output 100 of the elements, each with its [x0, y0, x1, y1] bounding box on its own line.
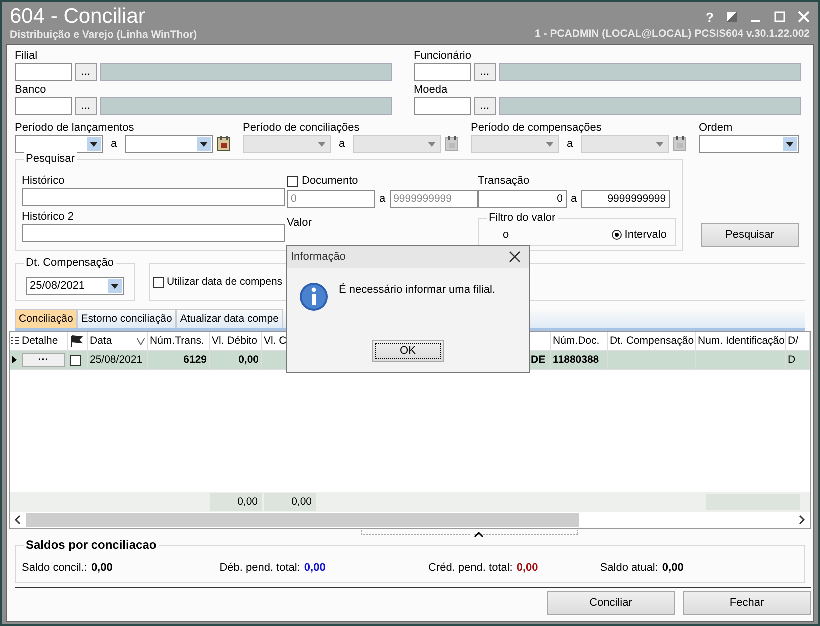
tab[interactable]: Conciliação: [15, 309, 78, 328]
dropdown-icon: [200, 142, 208, 146]
value-label: Valor: [287, 216, 313, 230]
column-header[interactable]: Núm.Doc.: [551, 332, 608, 350]
field-label: Funcionário: [414, 49, 472, 63]
group-title: Saldos por conciliacao: [24, 538, 159, 552]
column-header[interactable]: Núm.Trans.: [148, 332, 210, 350]
document-checkbox[interactable]: [287, 176, 298, 186]
use-date-label: Utilizar data de compens: [167, 275, 283, 289]
row-checkbox[interactable]: [70, 354, 81, 366]
flag-icon: [70, 335, 84, 347]
table-cell: 11880388: [551, 351, 608, 369]
close-icon[interactable]: [509, 251, 521, 263]
period-label: Período de compensações: [471, 121, 603, 135]
dropdown-icon: [428, 142, 436, 146]
group-title: Dt. Compensação: [24, 256, 116, 270]
column-header[interactable]: Num. Identificação: [696, 332, 786, 350]
action-button[interactable]: Fechar: [683, 591, 811, 615]
column-header[interactable]: Data: [88, 332, 148, 350]
lookup-button[interactable]: ...: [474, 63, 496, 81]
action-button[interactable]: Conciliar: [547, 591, 675, 615]
use-date-checkbox[interactable]: [153, 276, 164, 288]
option-label: o: [503, 229, 510, 241]
ok-button[interactable]: OK: [372, 340, 444, 362]
calendar-icon[interactable]: [217, 136, 232, 152]
dropdown-icon: [546, 142, 554, 146]
scroll-right-icon[interactable]: [798, 515, 806, 525]
history-label: Histórico 2: [22, 210, 75, 224]
session-info: 1 - PCADMIN (LOCAL@LOCAL) PCSIS604 v.30.1.22.002: [535, 28, 810, 40]
balance-value: 0,00: [662, 562, 684, 574]
dropdown-icon: [90, 142, 98, 146]
tab[interactable]: Atualizar data compe: [176, 309, 283, 328]
lookup-button[interactable]: ...: [75, 97, 97, 115]
calendar-icon[interactable]: [445, 136, 460, 152]
column-header[interactable]: Detalhe: [20, 332, 68, 350]
transaction-to-field[interactable]: 9999999999: [581, 190, 670, 208]
search-button[interactable]: Pesquisar: [701, 223, 799, 247]
date-combo[interactable]: 25/08/2021: [26, 277, 124, 295]
code-field[interactable]: [15, 97, 72, 115]
scroll-left-icon[interactable]: [14, 515, 22, 525]
document-from-field[interactable]: 0: [287, 190, 376, 208]
code-field[interactable]: [414, 97, 471, 115]
history-label: Histórico: [22, 174, 66, 188]
transaction-from-field[interactable]: 0: [478, 190, 567, 208]
dropdown-icon: [656, 142, 664, 146]
dropdown-icon: [111, 284, 119, 288]
detail-button[interactable]: ···: [22, 353, 65, 367]
balance-label: Saldo concil.:: [22, 562, 88, 574]
transaction-label: Transação: [478, 174, 531, 188]
document-to-field[interactable]: 9999999999: [390, 190, 478, 208]
window-subtitle: Distribuição e Varejo (Linha WinThor): [10, 29, 198, 41]
table-cell: D: [786, 351, 810, 369]
history-field[interactable]: [22, 188, 285, 206]
balance-value: 0,00: [516, 562, 538, 574]
field-label: Banco: [15, 83, 48, 97]
range-separator: a: [110, 138, 118, 150]
balance-value: 0,00: [304, 562, 326, 574]
code-field[interactable]: [15, 63, 72, 81]
table-cell: 0,00: [210, 351, 262, 369]
field-label: Filial: [15, 49, 39, 63]
field-label: Moeda: [414, 83, 449, 97]
period-label: Período de lançamentos: [15, 121, 136, 135]
lookup-button[interactable]: ...: [474, 97, 496, 115]
range-separator: a: [378, 193, 387, 205]
order-label: Ordem: [699, 121, 734, 135]
period-label: Período de conciliações: [243, 121, 361, 135]
total-cell: 0,00: [210, 493, 262, 511]
theme-icon[interactable]: [726, 11, 738, 23]
balance-label: Déb. pend. total:: [220, 562, 300, 574]
range-separator: a: [338, 138, 346, 150]
table-cell: 25/08/2021: [88, 351, 148, 369]
document-label: Documento: [302, 174, 358, 188]
dialog-message: É necessário informar uma filial.: [339, 282, 496, 296]
column-header[interactable]: Dt. Compensação: [608, 332, 696, 350]
interval-radio[interactable]: Intervalo: [612, 229, 667, 241]
table-cell: 6129: [148, 351, 210, 369]
balance-value: 0,00: [91, 562, 113, 574]
history-field[interactable]: [22, 224, 285, 242]
splitter-handle[interactable]: [360, 529, 580, 539]
window-title: 604 - Conciliar: [10, 5, 146, 29]
dropdown-icon: [786, 142, 794, 146]
balance-label: Saldo atual:: [600, 562, 658, 574]
date-combo[interactable]: [15, 135, 103, 153]
date-combo[interactable]: [125, 135, 214, 153]
lookup-button[interactable]: ...: [75, 63, 97, 81]
dialog-title: Informação: [291, 251, 346, 263]
range-separator: a: [570, 193, 578, 205]
tab[interactable]: Estorno conciliação: [77, 309, 176, 328]
order-combo[interactable]: [699, 135, 799, 153]
filter-icon[interactable]: [137, 338, 145, 344]
calendar-icon[interactable]: [673, 136, 688, 152]
column-header[interactable]: Vl. Débito: [210, 332, 262, 350]
info-icon: [299, 282, 329, 312]
maximize-icon[interactable]: [774, 11, 786, 23]
column-chooser-icon[interactable]: [10, 336, 20, 346]
column-header[interactable]: D/: [786, 332, 810, 350]
dropdown-icon: [318, 142, 326, 146]
code-field[interactable]: [414, 63, 471, 81]
range-separator: a: [566, 138, 574, 150]
group-title: Pesquisar: [24, 152, 77, 166]
